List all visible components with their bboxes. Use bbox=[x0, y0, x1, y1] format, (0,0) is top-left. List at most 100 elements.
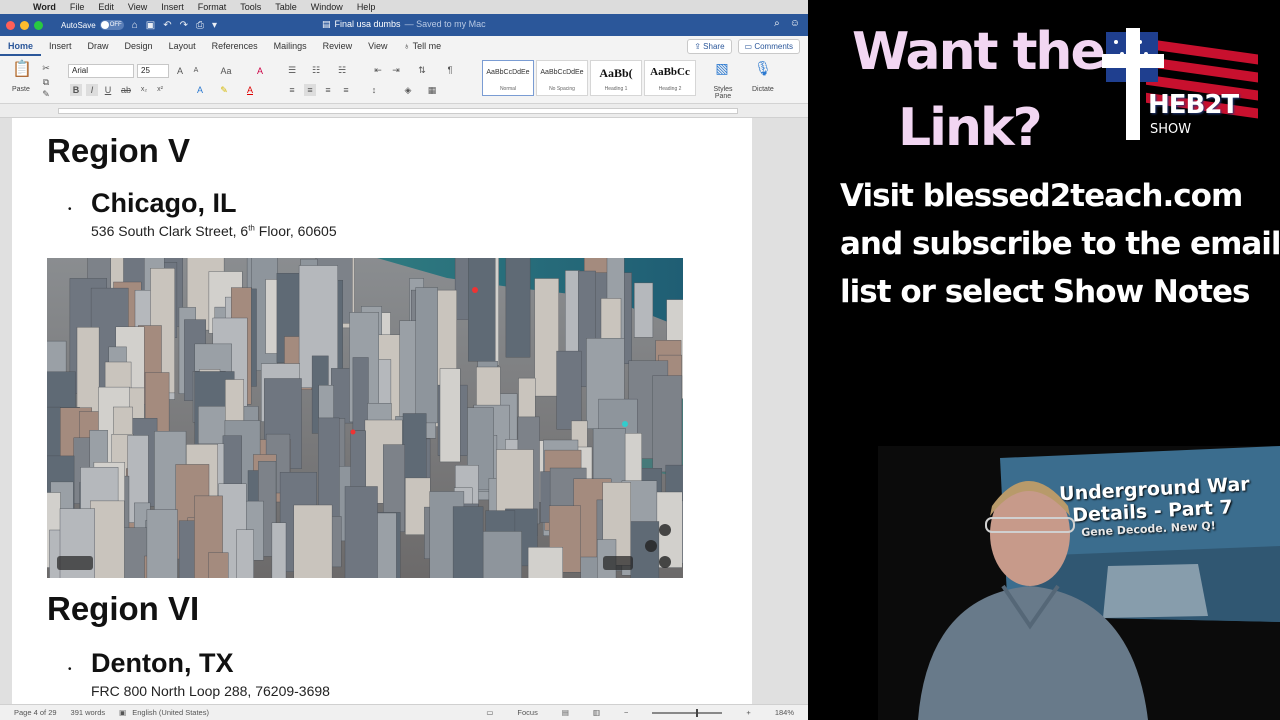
bold-icon[interactable]: B bbox=[70, 84, 82, 96]
style-heading-1[interactable]: AaBb( Heading 1 bbox=[590, 60, 642, 96]
proofing-icon[interactable]: ▣ bbox=[119, 708, 126, 717]
zoom-level[interactable]: 184% bbox=[775, 708, 794, 717]
zoom-in-icon[interactable]: + bbox=[746, 708, 750, 717]
minimize-window-button[interactable] bbox=[20, 20, 29, 30]
font-size-select[interactable]: 25 bbox=[137, 64, 169, 78]
sort-icon[interactable]: ⇅ bbox=[416, 64, 428, 76]
styles-pane-icon[interactable]: ▧ bbox=[712, 61, 732, 80]
page-count[interactable]: Page 4 of 29 bbox=[14, 708, 57, 717]
customize-toolbar-icon[interactable]: ▾ bbox=[212, 20, 217, 31]
microphone-icon[interactable]: 🎙 bbox=[754, 61, 772, 80]
change-case-icon[interactable]: Aa bbox=[220, 65, 232, 77]
justify-icon[interactable]: ≡ bbox=[340, 84, 352, 96]
clear-formatting-icon[interactable]: A bbox=[254, 65, 266, 77]
borders-icon[interactable]: ▦ bbox=[426, 84, 438, 96]
shrink-font-icon[interactable]: A bbox=[190, 65, 202, 77]
menu-help[interactable]: Help bbox=[350, 2, 383, 12]
tab-layout[interactable]: Layout bbox=[161, 36, 204, 56]
home-icon[interactable]: ⌂ bbox=[132, 20, 138, 31]
autosave-control[interactable]: AutoSave OFF bbox=[61, 20, 124, 30]
superscript-icon[interactable]: x² bbox=[154, 84, 166, 96]
building-shape bbox=[415, 287, 438, 424]
strikethrough-icon[interactable]: ab bbox=[120, 84, 132, 96]
focus-button[interactable]: Focus bbox=[517, 708, 537, 717]
numbering-icon[interactable]: ☷ bbox=[310, 64, 322, 76]
menu-window[interactable]: Window bbox=[304, 2, 350, 12]
subscript-icon[interactable]: x₂ bbox=[138, 84, 150, 96]
share-icon: ⇪ bbox=[694, 42, 704, 51]
tell-me-search[interactable]: ♁ Tell me bbox=[396, 36, 450, 56]
font-color-icon[interactable]: A bbox=[244, 84, 256, 96]
zoom-out-icon[interactable]: − bbox=[624, 708, 628, 717]
align-center-icon[interactable]: ≡ bbox=[304, 84, 316, 96]
share-button[interactable]: ⇪ Share bbox=[687, 39, 732, 54]
save-icon[interactable]: ▣ bbox=[146, 20, 155, 31]
tab-draw[interactable]: Draw bbox=[80, 36, 117, 56]
print-layout-icon[interactable]: ▤ bbox=[562, 708, 569, 717]
chicago-aerial-image[interactable] bbox=[47, 258, 683, 578]
mac-menubar: Word File Edit View Insert Format Tools … bbox=[0, 0, 808, 14]
autosave-toggle[interactable]: OFF bbox=[99, 20, 124, 30]
increase-indent-icon[interactable]: ⇥ bbox=[390, 64, 402, 76]
document-page[interactable]: Region V • Chicago, IL 536 South Clark S… bbox=[12, 118, 752, 704]
print-icon[interactable]: ⎙ bbox=[196, 20, 204, 31]
tv-caption: Underground War Details - Part 7 Gene De… bbox=[1059, 473, 1262, 540]
menu-table[interactable]: Table bbox=[268, 2, 304, 12]
shading-icon[interactable]: ◈ bbox=[402, 84, 414, 96]
tab-mailings[interactable]: Mailings bbox=[266, 36, 315, 56]
building-shape bbox=[439, 368, 461, 463]
grow-font-icon[interactable]: A bbox=[174, 65, 186, 77]
account-icon[interactable]: ☺ bbox=[790, 18, 800, 29]
underline-icon[interactable]: U bbox=[102, 84, 114, 96]
comments-button[interactable]: ▭ Comments bbox=[737, 39, 800, 54]
decrease-indent-icon[interactable]: ⇤ bbox=[372, 64, 384, 76]
document-area[interactable]: Region V • Chicago, IL 536 South Clark S… bbox=[0, 118, 808, 704]
close-window-button[interactable] bbox=[6, 20, 15, 30]
web-layout-icon[interactable]: ▥ bbox=[593, 708, 600, 717]
style-normal[interactable]: AaBbCcDdEe Normal bbox=[482, 60, 534, 96]
tab-insert[interactable]: Insert bbox=[41, 36, 80, 56]
undo-icon[interactable]: ↶ bbox=[163, 20, 171, 31]
building-shape bbox=[146, 509, 178, 578]
highlight-icon[interactable]: ✎ bbox=[218, 84, 230, 96]
tab-home[interactable]: Home bbox=[0, 36, 42, 56]
menu-app-word[interactable]: Word bbox=[26, 2, 63, 12]
search-icon[interactable]: ⌕ bbox=[774, 18, 780, 29]
format-painter-icon[interactable]: ✎ bbox=[40, 88, 52, 100]
heading-denton: Denton, TX bbox=[91, 648, 234, 678]
cut-icon[interactable]: ✂ bbox=[40, 62, 52, 74]
menu-file[interactable]: File bbox=[63, 2, 92, 12]
menu-insert[interactable]: Insert bbox=[154, 2, 191, 12]
word-count[interactable]: 391 words bbox=[71, 708, 106, 717]
paste-icon[interactable]: 📋 bbox=[12, 62, 32, 82]
paragraph-marks-icon[interactable]: ¶ bbox=[444, 64, 456, 76]
tab-view[interactable]: View bbox=[360, 36, 395, 56]
language-indicator[interactable]: English (United States) bbox=[132, 708, 209, 717]
zoom-slider[interactable] bbox=[652, 708, 723, 717]
redo-icon[interactable]: ↷ bbox=[180, 20, 188, 31]
font-name-select[interactable]: Arial bbox=[68, 64, 134, 78]
line-spacing-icon[interactable]: ↕ bbox=[368, 84, 380, 96]
focus-icon: ▭ bbox=[486, 708, 494, 717]
menu-tools[interactable]: Tools bbox=[233, 2, 268, 12]
tab-references[interactable]: References bbox=[204, 36, 266, 56]
ribbon-home: 📋 Paste ✂ ⧉ ✎ Arial 25 A A Aa A B I U ab… bbox=[0, 56, 808, 104]
building-shape bbox=[271, 522, 287, 578]
text-effects-icon[interactable]: A bbox=[194, 84, 206, 96]
menu-view[interactable]: View bbox=[121, 2, 154, 12]
italic-icon[interactable]: I bbox=[86, 84, 98, 96]
logo-text: HEB2T bbox=[1148, 90, 1239, 120]
style-no-spacing[interactable]: AaBbCcDdEe No Spacing bbox=[536, 60, 588, 96]
menu-edit[interactable]: Edit bbox=[91, 2, 121, 12]
align-left-icon[interactable]: ≡ bbox=[286, 84, 298, 96]
menu-format[interactable]: Format bbox=[191, 2, 234, 12]
tab-review[interactable]: Review bbox=[315, 36, 361, 56]
multilevel-list-icon[interactable]: ☵ bbox=[336, 64, 348, 76]
copy-icon[interactable]: ⧉ bbox=[40, 76, 52, 88]
tab-design[interactable]: Design bbox=[117, 36, 161, 56]
maximize-window-button[interactable] bbox=[34, 20, 43, 30]
align-right-icon[interactable]: ≡ bbox=[322, 84, 334, 96]
style-heading-2[interactable]: AaBbCc Heading 2 bbox=[644, 60, 696, 96]
bullets-icon[interactable]: ☰ bbox=[286, 64, 298, 76]
ruler[interactable] bbox=[0, 104, 808, 118]
